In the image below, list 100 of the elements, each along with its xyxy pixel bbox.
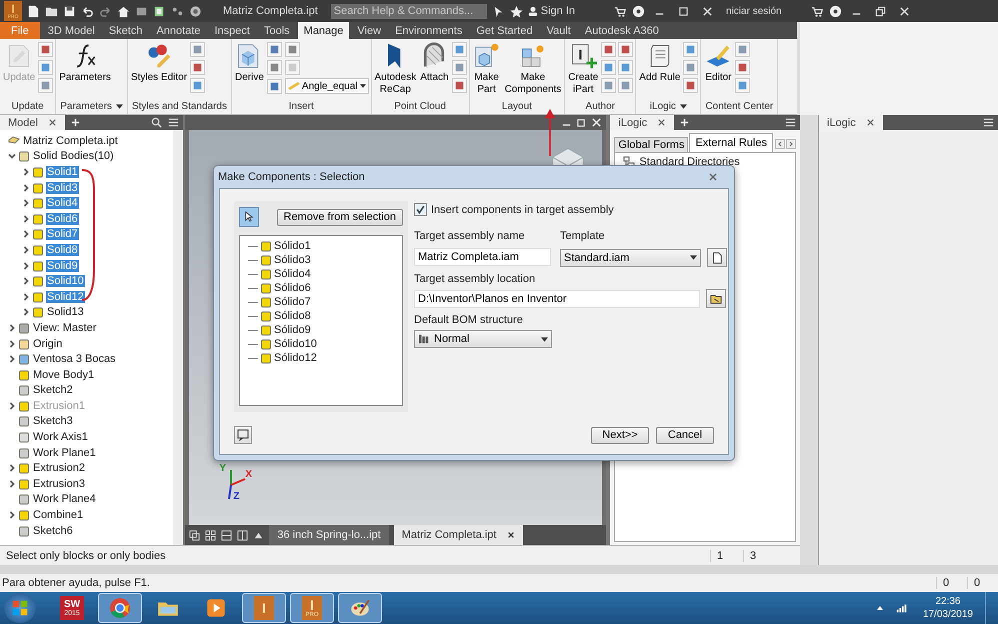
browser-tab[interactable]: Model bbox=[0, 115, 65, 130]
tool-icon[interactable] bbox=[452, 60, 467, 75]
tool-icon[interactable] bbox=[683, 78, 698, 93]
split-horizontal-icon[interactable] bbox=[221, 530, 232, 540]
restore-icon[interactable] bbox=[576, 117, 588, 128]
dialog-button[interactable]: Cancel bbox=[656, 426, 714, 444]
tree-item[interactable]: Work Axis1 bbox=[32, 431, 89, 444]
ribbon-button[interactable]: Make Components bbox=[504, 42, 562, 99]
chevron-icon[interactable] bbox=[22, 214, 30, 223]
start-button[interactable] bbox=[4, 593, 36, 623]
group-label-button[interactable]: Parameters bbox=[58, 101, 125, 112]
tree-item[interactable]: Solid4 bbox=[46, 197, 79, 210]
chevron-icon[interactable] bbox=[8, 324, 16, 332]
ribbon-tab[interactable]: Sketch bbox=[102, 22, 148, 39]
tree-item[interactable]: Origin bbox=[32, 338, 64, 350]
tool-icon[interactable] bbox=[618, 42, 634, 57]
add-icon[interactable] bbox=[70, 118, 80, 127]
new-file-icon[interactable] bbox=[27, 4, 40, 18]
ribbon-button[interactable]: Styles Editor bbox=[130, 42, 188, 99]
home-icon[interactable] bbox=[117, 4, 130, 18]
parameter-dropdown[interactable]: Angle_equal bbox=[284, 78, 369, 94]
group-label-button[interactable]: iLogic bbox=[648, 101, 689, 112]
ribbon-button[interactable]: Editor bbox=[703, 42, 734, 99]
tool-icon[interactable] bbox=[735, 42, 750, 57]
panel-tab[interactable]: iLogic bbox=[610, 115, 674, 130]
tree-item[interactable]: Solid7 bbox=[46, 228, 79, 240]
list-item[interactable]: Sólido6 bbox=[274, 282, 311, 294]
tree-item[interactable]: Extrusion3 bbox=[32, 478, 86, 490]
document-tab[interactable]: Matriz Completa.ipt bbox=[394, 525, 522, 545]
redo-icon[interactable] bbox=[99, 4, 112, 18]
sign-in-link[interactable]: niciar sesión bbox=[726, 6, 782, 16]
maximize-icon[interactable] bbox=[678, 6, 690, 16]
tree-item[interactable]: Matriz Completa.ipt bbox=[22, 134, 119, 147]
split-vertical-icon[interactable] bbox=[237, 530, 248, 540]
tool-icon[interactable] bbox=[452, 42, 467, 57]
new-template-button[interactable] bbox=[707, 248, 727, 267]
ribbon-button[interactable]: Parameters bbox=[58, 42, 112, 99]
tree-item[interactable]: Sketch2 bbox=[32, 384, 74, 396]
ribbon-button[interactable]: Autodesk ReCap bbox=[374, 42, 418, 99]
ribbon-tab[interactable]: Autodesk A360 bbox=[578, 22, 665, 39]
restore-icon[interactable] bbox=[874, 6, 886, 16]
ribbon-button[interactable]: Attach bbox=[419, 42, 450, 99]
chevron-icon[interactable] bbox=[22, 277, 30, 286]
bom-structure-dropdown[interactable]: Normal bbox=[414, 330, 552, 348]
panel-tab[interactable]: iLogic bbox=[819, 115, 883, 130]
tool-icon[interactable] bbox=[38, 78, 54, 93]
signal-icon[interactable] bbox=[896, 603, 908, 613]
menu-icon[interactable] bbox=[168, 117, 180, 128]
list-item[interactable]: Sólido7 bbox=[274, 296, 311, 308]
add-icon[interactable] bbox=[680, 118, 690, 127]
group-label-button[interactable]: Content Center bbox=[703, 101, 776, 112]
menu-icon[interactable] bbox=[785, 117, 796, 128]
close-icon[interactable] bbox=[48, 118, 57, 127]
chevron-icon[interactable] bbox=[22, 199, 30, 208]
remove-from-selection-button[interactable]: Remove from selection bbox=[276, 208, 403, 226]
ribbon-tab[interactable]: Manage bbox=[298, 22, 350, 39]
tree-item[interactable]: Move Body1 bbox=[32, 368, 96, 381]
ribbon-tab[interactable]: Tools bbox=[258, 22, 296, 39]
tool-icon[interactable] bbox=[190, 60, 206, 75]
cart-icon[interactable] bbox=[614, 4, 628, 18]
tool-icon[interactable] bbox=[601, 60, 616, 75]
star-icon[interactable] bbox=[510, 4, 523, 18]
help-button[interactable] bbox=[234, 426, 252, 444]
tool-icon[interactable] bbox=[266, 60, 282, 75]
tree-item[interactable]: Solid8 bbox=[46, 244, 79, 256]
tree-item[interactable]: Extrusion2 bbox=[32, 462, 86, 474]
tree-item[interactable]: Solid Bodies(10) bbox=[32, 150, 115, 162]
ribbon-button[interactable]: Add Rule bbox=[638, 42, 682, 99]
ribbon-button[interactable]: Create iPart bbox=[567, 42, 600, 99]
cart-icon[interactable] bbox=[810, 4, 824, 18]
tree-item[interactable]: Solid10 bbox=[46, 275, 85, 288]
clock-time[interactable]: 22:36 bbox=[935, 595, 960, 608]
name-field[interactable]: Matriz Completa.iam bbox=[414, 248, 551, 266]
chevron-icon[interactable] bbox=[8, 464, 16, 472]
group-label-button[interactable]: Insert bbox=[286, 101, 316, 112]
tool-icon[interactable] bbox=[266, 78, 282, 94]
group-label-button[interactable]: Point Cloud bbox=[392, 101, 448, 112]
ribbon-tab[interactable]: Environments bbox=[389, 22, 468, 39]
chevron-icon[interactable] bbox=[22, 308, 30, 316]
tool-icon[interactable] bbox=[735, 60, 750, 75]
list-item[interactable]: Sólido3 bbox=[274, 254, 311, 266]
tool-icon[interactable] bbox=[618, 78, 634, 93]
chevron-icon[interactable] bbox=[8, 480, 16, 488]
cascade-icon[interactable] bbox=[189, 530, 200, 540]
scroll-left-icon[interactable] bbox=[775, 139, 785, 149]
close-icon[interactable] bbox=[866, 118, 875, 127]
tree-item[interactable]: View: Master bbox=[32, 322, 98, 334]
tree-item[interactable]: Solid12 bbox=[46, 290, 85, 303]
tree-item[interactable]: Sketch3 bbox=[32, 415, 74, 428]
list-item[interactable]: Sólido1 bbox=[274, 240, 311, 252]
chevron-icon[interactable] bbox=[8, 355, 16, 364]
tree-item[interactable]: Work Plane4 bbox=[32, 493, 97, 506]
tree-item[interactable]: Solid6 bbox=[46, 212, 79, 225]
template-dropdown[interactable]: Standard.iam bbox=[560, 248, 701, 266]
tool-icon[interactable] bbox=[683, 60, 698, 75]
list-item[interactable]: Sólido9 bbox=[274, 324, 311, 336]
search-field[interactable]: Search Help & Commands... bbox=[330, 4, 487, 18]
sign-in-button[interactable]: Sign In bbox=[528, 5, 576, 17]
list-item[interactable]: Sólido10 bbox=[274, 338, 317, 350]
tree-item[interactable]: Solid1 bbox=[46, 166, 79, 178]
